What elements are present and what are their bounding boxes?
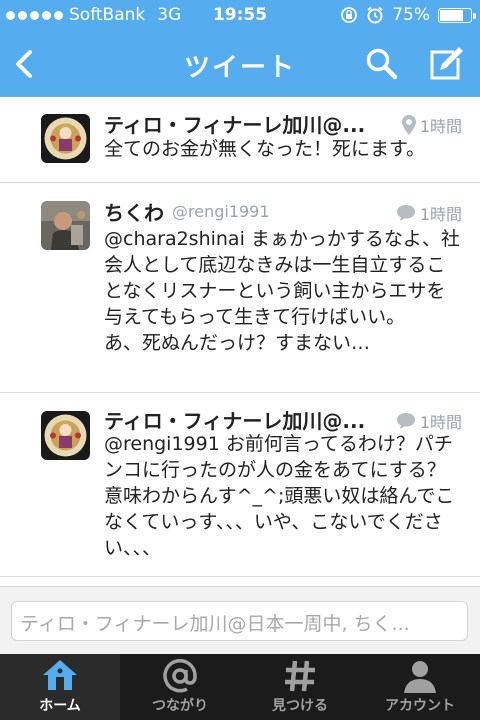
hashtag-icon [285, 660, 315, 692]
avatar[interactable] [41, 201, 90, 250]
tweet-meta: 1時間 [396, 201, 462, 225]
page-title: ツイート [183, 53, 296, 83]
tab-label: アカウント [385, 698, 455, 714]
tab-label: 見つける [272, 698, 328, 714]
status-bar: SoftBank 3G 19:55 75% [0, 0, 480, 32]
tab-label: つながり [152, 698, 208, 714]
home-icon [43, 660, 77, 690]
tab-bar: ホーム つながり 見つける アカウント [0, 654, 480, 720]
location-pin-icon [401, 115, 416, 135]
tab-connect[interactable]: つながり [120, 654, 240, 720]
status-right: 75% [340, 5, 476, 25]
tweet-meta: 1時間 [396, 409, 462, 433]
tweet-author-name[interactable]: ティロ・フィナーレ加川@... [104, 405, 365, 434]
compose-icon[interactable] [426, 44, 466, 84]
avatar[interactable] [41, 411, 90, 460]
tweet-author-name[interactable]: ティロ・フィナーレ加川@... [104, 109, 365, 138]
reply-bar: ティロ・フィナーレ加川@日本一周中, ちく... [0, 586, 480, 654]
battery-icon [438, 7, 476, 23]
tweet-time: 1時間 [419, 117, 462, 136]
reply-input[interactable]: ティロ・フィナーレ加川@日本一周中, ちく... [11, 601, 468, 641]
person-icon [404, 661, 436, 693]
tweet-meta: 1時間 [401, 113, 462, 137]
tweet-item[interactable]: ちくわ @rengi1991 1時間 @chara2shinai まぁかっかする… [0, 183, 480, 393]
alarm-icon [367, 6, 383, 24]
tweet-author-name[interactable]: ちくわ [104, 197, 164, 226]
tweet-author-handle[interactable]: @rengi1991 [172, 202, 270, 221]
tab-account[interactable]: アカウント [360, 654, 480, 720]
battery-percent: 75% [392, 5, 430, 25]
tab-discover[interactable]: 見つける [240, 654, 360, 720]
tweet-text: @rengi1991 お前何言ってるわけ？パチンコに行ったのが人の金をあてにする… [104, 433, 455, 559]
speech-bubble-icon [396, 205, 415, 221]
avatar[interactable] [41, 114, 90, 163]
at-sign-icon [163, 659, 197, 693]
tweet-item[interactable]: ティロ・フィナーレ加川@... 1時間 @rengi1991 お前何言ってるわけ… [0, 393, 480, 577]
header: SoftBank 3G 19:55 75% ツイート [0, 0, 480, 97]
battery-fill [440, 9, 463, 21]
tweet-text: @chara2shinai まぁかっかするなよ、社会人として底辺なきみは一生自立… [104, 228, 460, 354]
tweet-time: 1時間 [419, 205, 462, 224]
tweet-time: 1時間 [419, 413, 462, 432]
nav-bar: ツイート [0, 32, 480, 97]
speech-bubble-icon [396, 413, 415, 429]
tweet-text: 全てのお金が無くなった！死にます。 [104, 138, 426, 160]
search-icon[interactable] [364, 46, 400, 82]
rotation-lock-icon [341, 7, 358, 23]
tweet-item[interactable]: ティロ・フィナーレ加川@... 1時間 全てのお金が無くなった！死にます。 [0, 97, 480, 183]
tab-home[interactable]: ホーム [0, 654, 120, 720]
tab-label: ホーム [39, 698, 81, 714]
